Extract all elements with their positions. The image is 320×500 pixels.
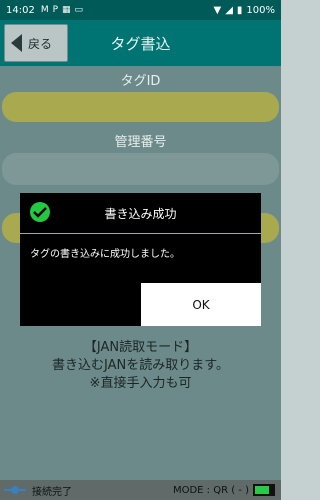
device-battery-icon [253, 484, 275, 496]
manual-input-note: ※直接手入力も可 [89, 376, 192, 391]
mode-instruction: 書き込むJANを読み取ります。 [52, 358, 229, 373]
scan-mode: MODE : QR ( - ) [172, 484, 249, 496]
mode-heading: 【JAN読取モード】 [83, 340, 198, 355]
ok-button[interactable]: OK [141, 283, 261, 326]
dialog-divider [20, 233, 261, 234]
battery-icon: ▮ [236, 4, 243, 16]
gmail-icon: M [40, 5, 49, 15]
status-time: 14:02 [6, 4, 35, 16]
management-number-field[interactable] [2, 153, 279, 185]
tag-id-label: タグID [120, 74, 161, 89]
battery-level [255, 486, 269, 494]
bottom-status-bar: 接続完了 MODE : QR ( - ) [0, 480, 281, 500]
connection-status: 接続完了 [32, 486, 72, 498]
card-icon: ▭ [74, 5, 84, 15]
status-bar: 14:02 M P ▦ ▭ ▼ ◢ ▮ 100% [0, 0, 281, 20]
plug-icon [4, 485, 26, 495]
dialog-title: 書き込み成功 [104, 206, 177, 221]
page-title: タグ書込 [110, 35, 171, 53]
calendar-icon: ▦ [62, 5, 71, 15]
tag-id-field[interactable] [2, 92, 279, 122]
battery-percent: 100% [246, 4, 275, 16]
notification-icons: M P ▦ ▭ [41, 5, 83, 15]
success-dialog: 書き込み成功 タグの書き込みに成功しました。 OK [20, 193, 261, 326]
dialog-message: タグの書き込みに成功しました。 [30, 249, 180, 260]
signal-icon: ◢ [225, 4, 233, 16]
p-icon: P [52, 5, 59, 15]
dialog-buttons: OK [20, 283, 261, 326]
management-number-label: 管理番号 [114, 135, 167, 150]
dialog-empty-button [20, 283, 141, 326]
wifi-icon: ▼ [213, 4, 222, 16]
